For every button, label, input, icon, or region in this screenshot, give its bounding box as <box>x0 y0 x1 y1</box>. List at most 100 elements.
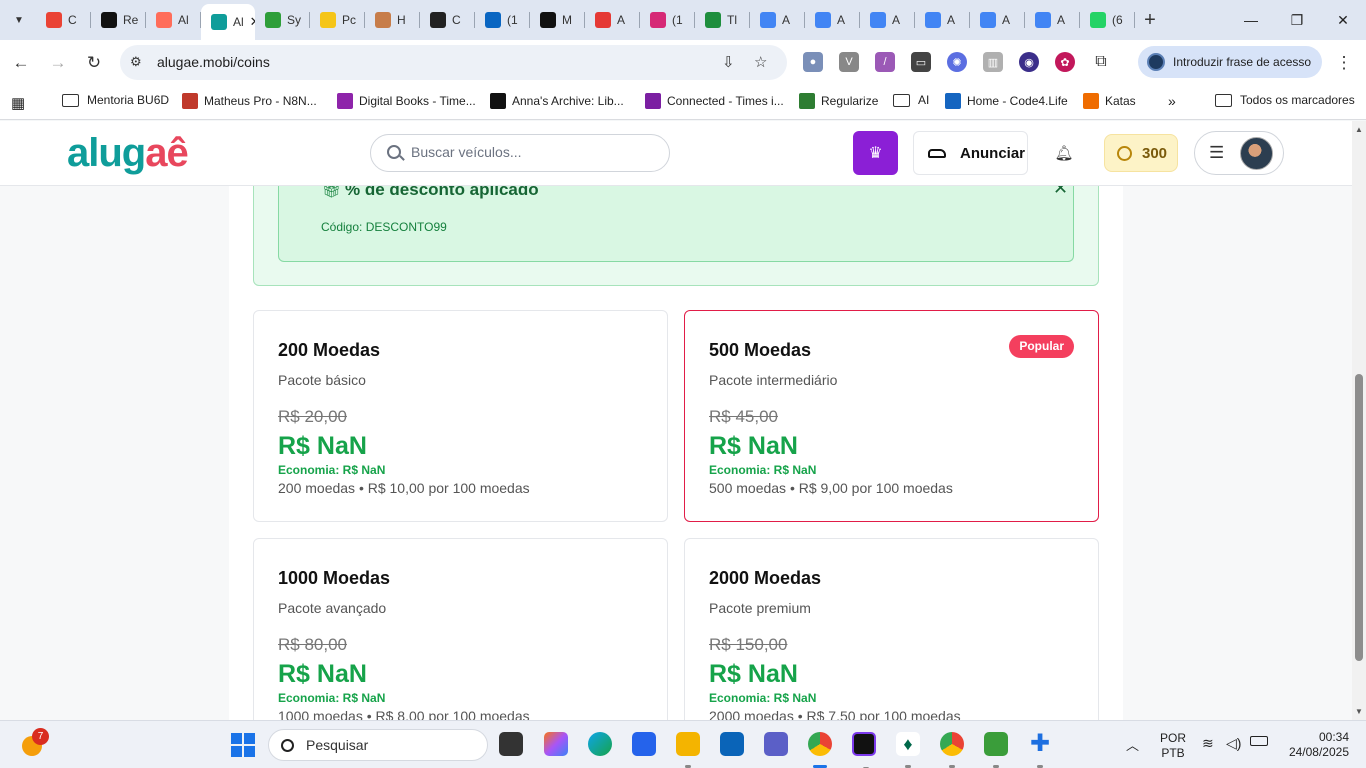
browser-tab[interactable]: M <box>530 0 585 40</box>
bookmark-item[interactable]: Mentoria BU6D <box>62 93 169 107</box>
package-card-2000[interactable]: 2000 Moedas Pacote premium R$ 150,00 R$ … <box>684 538 1099 720</box>
browser-tab[interactable]: Re <box>91 0 146 40</box>
browser-tab[interactable]: A <box>860 0 915 40</box>
edge-icon[interactable] <box>588 732 612 756</box>
profile-avatar <box>1147 53 1165 71</box>
mongodb-icon[interactable]: ♦ <box>896 732 920 768</box>
file-explorer-icon[interactable] <box>676 732 700 768</box>
extensions-puzzle-icon[interactable]: ⧉ <box>1091 52 1111 72</box>
apps-grid-icon[interactable]: ▦ <box>11 94 25 112</box>
package-card-500[interactable]: Popular 500 Moedas Pacote intermediário … <box>684 310 1099 522</box>
search-input[interactable] <box>411 144 651 160</box>
forward-icon[interactable]: → <box>45 50 71 76</box>
scroll-up-arrow-icon[interactable]: ▲ <box>1355 125 1363 134</box>
address-bar[interactable]: ⚙ alugae.mobi/coins ⇩ ☆ <box>120 45 787 80</box>
reload-icon[interactable]: ↻ <box>81 50 107 76</box>
browser-tab[interactable]: Al✕ <box>201 4 255 40</box>
tab-search-chevron-icon[interactable]: ▼ <box>6 7 32 33</box>
bookmark-item[interactable]: Digital Books - Time... <box>337 93 476 109</box>
package-card-1000[interactable]: 1000 Moedas Pacote avançado R$ 80,00 R$ … <box>253 538 668 720</box>
vehicle-search[interactable] <box>370 134 670 172</box>
extension-1-icon[interactable]: ● <box>803 52 823 72</box>
browser-menu-icon[interactable]: ⋮ <box>1331 50 1357 76</box>
user-menu-button[interactable]: ☰ <box>1194 131 1284 175</box>
site-settings-icon[interactable]: ⚙ <box>130 54 142 70</box>
premium-crown-button[interactable]: ♛ <box>853 131 898 175</box>
chrome-icon[interactable] <box>808 732 832 768</box>
advertise-button[interactable]: Anunciar <box>913 131 1028 175</box>
bookmark-star-icon[interactable]: ☆ <box>754 53 767 71</box>
volume-icon[interactable]: ◁) <box>1226 735 1241 752</box>
browser-tab[interactable]: (1 <box>475 0 530 40</box>
teams-icon[interactable] <box>764 732 788 756</box>
package-card-200[interactable]: 200 Moedas Pacote básico R$ 20,00 R$ NaN… <box>253 310 668 522</box>
task-view-icon[interactable] <box>499 732 523 756</box>
back-icon[interactable]: ← <box>8 50 34 76</box>
browser-tab[interactable]: A <box>1025 0 1080 40</box>
browser-tab[interactable]: C <box>36 0 91 40</box>
browser-tab[interactable]: A <box>585 0 640 40</box>
extension-face-icon[interactable]: ◉ <box>1019 52 1039 72</box>
extension-gear-icon[interactable]: ✺ <box>947 52 967 72</box>
box-icon <box>375 12 391 28</box>
minimize-button[interactable]: — <box>1228 0 1274 40</box>
extension-v-icon[interactable]: V <box>839 52 859 72</box>
bookmark-label: AI <box>918 93 930 107</box>
page-scrollbar[interactable]: ▲ ▼ <box>1352 121 1366 720</box>
clock[interactable]: 00:34 24/08/2025 <box>1283 730 1349 760</box>
bookmark-item[interactable]: AI <box>893 93 929 107</box>
notepad-chart-icon[interactable] <box>984 732 1008 768</box>
package-subtitle: Pacote avançado <box>278 600 387 616</box>
bookmark-item[interactable]: Connected - Times i... <box>645 93 784 109</box>
browser-tab[interactable]: Al <box>146 0 201 40</box>
bookmark-item[interactable]: Home - Code4.Life <box>945 93 1068 109</box>
tab-title: A <box>1057 13 1066 27</box>
browser-tab[interactable]: (1 <box>640 0 695 40</box>
language-indicator[interactable]: POR PTB <box>1160 731 1186 761</box>
bookmark-item[interactable]: Regularize <box>799 93 878 109</box>
scrollbar-thumb[interactable] <box>1355 374 1363 661</box>
bookmark-item[interactable]: Anna's Archive: Lib... <box>490 93 624 109</box>
store-icon[interactable] <box>632 732 656 756</box>
bookmark-label: Digital Books - Time... <box>359 94 476 108</box>
wifi-icon[interactable]: ≋ <box>1202 735 1214 752</box>
snipping-tool-icon[interactable]: ✚ <box>1028 732 1052 768</box>
browser-tab[interactable]: Sy <box>255 0 310 40</box>
install-app-icon[interactable]: ⇩ <box>722 53 735 71</box>
restore-button[interactable]: ❐ <box>1274 0 1320 40</box>
passkey-button[interactable]: Introduzir frase de acesso <box>1138 46 1322 78</box>
more-bookmarks-chevron-icon[interactable]: » <box>1168 93 1176 109</box>
close-window-button[interactable]: ✕ <box>1320 0 1366 40</box>
browser-tab[interactable]: Pc <box>310 0 365 40</box>
bookmark-item[interactable]: Katas <box>1083 93 1136 109</box>
battery-icon[interactable] <box>1250 736 1268 746</box>
weather-widget[interactable]: 7 <box>18 728 49 758</box>
extension-screen-icon[interactable]: ▭ <box>911 52 931 72</box>
browser-tab[interactable]: Tl <box>695 0 750 40</box>
outlook-icon[interactable] <box>720 732 744 756</box>
alugae-logo[interactable]: alugaê <box>67 131 189 175</box>
extension-brain-icon[interactable]: ✿ <box>1055 52 1075 72</box>
coin-balance-button[interactable]: 300 <box>1104 134 1178 172</box>
taskbar-search[interactable]: Pesquisar <box>268 729 488 761</box>
windows-start-icon[interactable] <box>231 733 255 757</box>
copilot-icon[interactable] <box>544 732 568 756</box>
show-hidden-icons-chevron-icon[interactable]: ︿ <box>1126 735 1139 754</box>
bookmark-item[interactable]: Matheus Pro - N8N... <box>182 93 317 109</box>
browser-tab[interactable]: A <box>805 0 860 40</box>
browser-tab[interactable]: H <box>365 0 420 40</box>
extension-book-icon[interactable]: ▥ <box>983 52 1003 72</box>
browser-tab[interactable]: A <box>750 0 805 40</box>
notifications-bell-icon[interactable]: 🔔︎ <box>1054 143 1074 163</box>
browser-tab[interactable]: (6 <box>1080 0 1135 40</box>
tab-title: A <box>782 13 791 27</box>
browser-tab[interactable]: A <box>915 0 970 40</box>
browser-tab[interactable]: A <box>970 0 1025 40</box>
intellij-icon[interactable] <box>852 732 876 768</box>
extension-feather-icon[interactable]: / <box>875 52 895 72</box>
chrome-dev-icon[interactable] <box>940 732 964 768</box>
new-tab-button[interactable]: + <box>1135 9 1165 32</box>
browser-tab[interactable]: C <box>420 0 475 40</box>
all-bookmarks-folder[interactable]: Todos os marcadores <box>1215 93 1355 107</box>
scroll-down-arrow-icon[interactable]: ▼ <box>1355 707 1363 716</box>
